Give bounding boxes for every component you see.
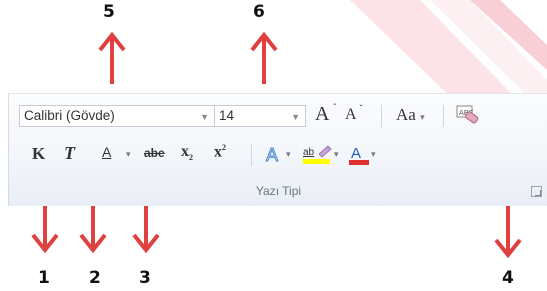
font-color-label: A xyxy=(351,145,361,162)
chevron-down-icon[interactable]: ▾ xyxy=(126,149,131,160)
bold-label: K xyxy=(32,144,46,163)
caret-down-icon: ˇ xyxy=(359,103,363,113)
subscript-mark: 2 xyxy=(189,153,193,163)
font-size-value: 14 xyxy=(219,108,235,123)
callout-number-3: 3 xyxy=(139,268,151,288)
shrink-font-button[interactable]: A ˇ xyxy=(345,103,363,124)
font-name-dropdown[interactable]: Calibri (Gövde) ▼ xyxy=(19,105,215,127)
text-highlight-button[interactable]: ab xyxy=(302,144,332,171)
chevron-down-icon[interactable]: ▾ xyxy=(371,149,376,160)
change-case-button[interactable]: Aa ▾ xyxy=(396,105,425,125)
strikethrough-label: abe xyxy=(144,146,165,160)
subscript-button[interactable]: x2 xyxy=(181,143,193,162)
grow-font-label: A xyxy=(315,103,329,125)
arrow-down-icon xyxy=(494,206,522,259)
caret-up-icon: ˆ xyxy=(333,102,337,112)
font-group: Calibri (Gövde) ▼ 14 ▼ A ˆ A ˇ Aa ▾ ABC … xyxy=(8,93,547,206)
italic-label: T xyxy=(64,143,75,163)
chevron-down-icon[interactable]: ▾ xyxy=(286,149,291,160)
callout-number-5: 5 xyxy=(103,2,115,22)
arrow-down-icon xyxy=(132,201,160,254)
chevron-down-icon: ▼ xyxy=(291,112,300,122)
callout-number-4: 4 xyxy=(502,268,514,288)
font-group-label: Yazı Tipi xyxy=(255,184,302,198)
clear-formatting-icon[interactable]: ABC xyxy=(455,103,481,127)
arrow-up-icon xyxy=(98,31,126,84)
font-size-dropdown[interactable]: 14 ▼ xyxy=(214,105,306,127)
arrow-down-icon xyxy=(31,201,59,254)
font-name-value: Calibri (Gövde) xyxy=(24,108,115,123)
separator xyxy=(251,144,252,166)
chevron-down-icon: ▼ xyxy=(200,112,209,122)
subscript-label: x xyxy=(181,143,189,160)
separator xyxy=(381,105,382,127)
highlight-label: ab xyxy=(303,147,315,158)
grow-font-button[interactable]: A ˆ xyxy=(315,102,337,126)
italic-button[interactable]: T xyxy=(64,143,75,164)
highlighter-icon: ab xyxy=(303,145,332,164)
underline-label: A xyxy=(102,144,112,160)
dialog-launcher-icon[interactable] xyxy=(531,186,542,197)
arrow-up-icon xyxy=(250,31,278,84)
font-color-button[interactable]: A xyxy=(348,144,370,171)
callout-number-2: 2 xyxy=(89,268,101,288)
text-effects-icon[interactable]: A xyxy=(264,144,286,166)
callout-number-1: 1 xyxy=(38,268,50,288)
svg-text:A: A xyxy=(266,145,278,165)
bold-button[interactable]: K xyxy=(32,144,45,164)
callout-number-6: 6 xyxy=(253,2,265,22)
change-case-label: Aa xyxy=(396,105,416,124)
superscript-mark: 2 xyxy=(222,143,226,152)
superscript-label: x xyxy=(214,143,222,161)
shrink-font-label: A xyxy=(345,106,356,123)
strikethrough-button[interactable]: abe xyxy=(144,146,165,160)
chevron-down-icon[interactable]: ▾ xyxy=(334,149,339,160)
arrow-down-icon xyxy=(79,201,107,254)
chevron-down-icon: ▾ xyxy=(420,113,425,123)
separator xyxy=(443,105,444,127)
font-color-icon: A xyxy=(349,145,369,165)
superscript-button[interactable]: x2 xyxy=(214,143,226,161)
underline-button[interactable]: A xyxy=(102,144,111,160)
